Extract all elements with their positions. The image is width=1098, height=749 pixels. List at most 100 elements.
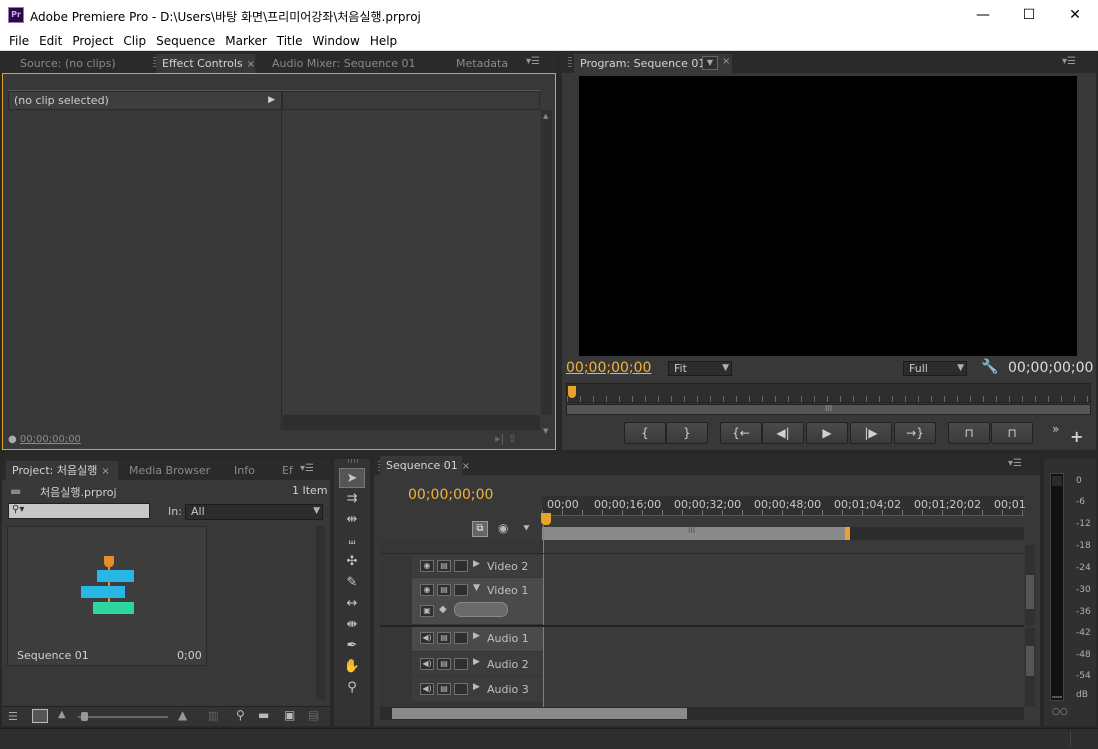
menu-project[interactable]: Project xyxy=(67,32,118,50)
menu-edit[interactable]: Edit xyxy=(34,32,67,50)
track-video-2[interactable]: ◉ ▤ ▶ Video 2 xyxy=(412,555,543,577)
panel-menu-icon[interactable]: ▾☰ xyxy=(1006,457,1024,471)
lock-icon[interactable] xyxy=(454,560,468,572)
audio-tracks-scrollbar[interactable] xyxy=(1025,628,1035,706)
step-forward-button[interactable]: |▶ xyxy=(850,422,892,444)
tab-sequence-01[interactable]: Sequence 01 × xyxy=(380,456,470,475)
program-zoom-bar[interactable]: III xyxy=(566,404,1091,415)
speaker-icon[interactable]: ◀) xyxy=(420,683,434,695)
mark-in-button[interactable]: { xyxy=(624,422,666,444)
sequence-thumbnail-card[interactable]: Sequence 01 0;00 xyxy=(7,526,207,666)
new-bin-icon[interactable]: ▬ xyxy=(258,708,269,722)
scrollbar[interactable]: ▲ ▼ xyxy=(541,110,552,435)
timeline-horizontal-scrollbar[interactable] xyxy=(380,707,1024,720)
close-icon[interactable]: × xyxy=(462,461,470,472)
play-triangle-icon[interactable]: ▶ xyxy=(268,95,275,105)
zoom-tool-icon[interactable]: ⚲ xyxy=(339,678,365,698)
in-filter-dropdown[interactable]: All ▼ xyxy=(185,504,323,520)
panel-grip[interactable] xyxy=(568,57,572,69)
timeline-timecode[interactable]: 00;00;00;00 xyxy=(408,487,493,503)
eye-icon[interactable]: ◉ xyxy=(420,560,434,572)
sync-lock-icon[interactable]: ▤ xyxy=(437,683,451,695)
lock-icon[interactable] xyxy=(454,632,468,644)
find-icon[interactable]: ⚲ xyxy=(236,708,245,722)
menu-clip[interactable]: Clip xyxy=(118,32,151,50)
close-icon[interactable]: × xyxy=(101,466,109,477)
expand-triangle-icon[interactable]: ▶ xyxy=(473,631,480,641)
wrench-icon[interactable]: 🔧 xyxy=(981,359,998,375)
mark-out-button[interactable]: } xyxy=(666,422,708,444)
hand-tool-icon[interactable]: ✋ xyxy=(339,657,365,677)
maximize-button[interactable]: ☐ xyxy=(1006,0,1052,31)
tab-media-browser[interactable]: Media Browser xyxy=(123,461,210,480)
menu-sequence[interactable]: Sequence xyxy=(151,32,220,50)
pen-tool-icon[interactable]: ✒ xyxy=(339,636,365,656)
menu-help[interactable]: Help xyxy=(365,32,402,50)
close-icon[interactable]: × xyxy=(247,59,255,70)
lock-icon[interactable] xyxy=(454,683,468,695)
display-style-icon[interactable]: ▣ xyxy=(420,605,434,617)
program-time-ruler[interactable] xyxy=(566,383,1091,403)
tab-effects[interactable]: Ef xyxy=(276,461,293,480)
play-button[interactable]: ▶ xyxy=(806,422,848,444)
add-button-icon[interactable]: + xyxy=(1070,427,1083,446)
go-to-in-button[interactable]: {← xyxy=(720,422,762,444)
trash-icon[interactable]: ▤ xyxy=(308,708,319,722)
collapse-triangle-icon[interactable]: ▼ xyxy=(473,583,480,593)
speaker-icon[interactable]: ◀) xyxy=(420,632,434,644)
video-tracks-scrollbar[interactable] xyxy=(1025,545,1035,625)
tab-info[interactable]: Info xyxy=(228,461,255,480)
extract-button[interactable]: ⊓ xyxy=(991,422,1033,444)
sync-lock-icon[interactable]: ▤ xyxy=(437,658,451,670)
menu-file[interactable]: File xyxy=(4,32,34,50)
ripple-edit-tool-icon[interactable]: ⇹ xyxy=(339,510,365,530)
panel-menu-icon[interactable]: ▾☰ xyxy=(524,55,542,69)
snap-icon[interactable]: ⧉ xyxy=(472,521,488,537)
lock-icon[interactable] xyxy=(454,658,468,670)
tab-source[interactable]: Source: (no clips) xyxy=(14,54,116,73)
set-encore-marker-icon[interactable]: ◉ xyxy=(498,521,508,535)
program-timecode-current[interactable]: 00;00;00;00 xyxy=(566,360,651,376)
sync-lock-icon[interactable]: ▤ xyxy=(437,560,451,572)
work-area-end-handle[interactable] xyxy=(845,527,850,540)
zoom-slider[interactable] xyxy=(78,712,168,721)
expand-triangle-icon[interactable]: ▶ xyxy=(473,657,480,667)
export-icon[interactable]: ▸| ⇪ xyxy=(495,432,517,445)
playhead-icon[interactable] xyxy=(568,386,576,398)
track-audio-2[interactable]: ◀) ▤ ▶ Audio 2 xyxy=(412,652,543,676)
icon-view-icon[interactable] xyxy=(32,709,48,723)
track-audio-1[interactable]: ◀) ▤ ▶ Audio 1 xyxy=(412,626,543,651)
keyframe-icon[interactable]: ◆ xyxy=(439,604,447,615)
solo-buttons-icon[interactable]: ○○ xyxy=(1052,707,1068,717)
rolling-edit-tool-icon[interactable]: ⧢ xyxy=(339,531,365,551)
panel-menu-icon[interactable]: ▾☰ xyxy=(298,462,316,476)
tab-audio-mixer[interactable]: Audio Mixer: Sequence 01 xyxy=(266,54,416,73)
rate-stretch-tool-icon[interactable]: ✣ xyxy=(339,552,365,572)
minimize-button[interactable]: — xyxy=(960,0,1006,31)
menu-marker[interactable]: Marker xyxy=(220,32,271,50)
new-item-icon[interactable]: ▣ xyxy=(284,708,295,722)
list-view-icon[interactable]: ☰ xyxy=(8,710,18,723)
lock-icon[interactable] xyxy=(454,584,468,596)
sync-lock-icon[interactable]: ▤ xyxy=(437,632,451,644)
zoom-dropdown[interactable]: Fit ▼ xyxy=(668,361,732,376)
eye-icon[interactable]: ◉ xyxy=(420,584,434,596)
set-marker-icon[interactable]: ⯆ xyxy=(522,522,531,536)
slide-tool-icon[interactable]: ⇼ xyxy=(339,615,365,635)
go-to-out-button[interactable]: →} xyxy=(894,422,936,444)
quality-dropdown[interactable]: Full ▼ xyxy=(903,361,967,376)
automate-icon[interactable]: ▥ xyxy=(208,709,218,722)
more-buttons-icon[interactable]: » xyxy=(1052,422,1059,436)
tab-project[interactable]: Project: 처음실행 × xyxy=(6,461,118,480)
zoom-in-icon[interactable]: ▲ xyxy=(178,708,187,722)
close-icon[interactable]: × xyxy=(722,56,730,67)
zoom-out-icon[interactable]: ▲ xyxy=(58,709,66,720)
expand-triangle-icon[interactable]: ▶ xyxy=(473,682,480,692)
chevron-down-icon[interactable]: ▼ xyxy=(702,56,718,70)
track-audio-3[interactable]: ◀) ▤ ▶ Audio 3 xyxy=(412,677,543,701)
keyframe-navigator[interactable] xyxy=(454,602,508,617)
playhead-icon[interactable] xyxy=(541,513,551,525)
track-select-tool-icon[interactable]: ⇉ xyxy=(339,489,365,509)
speaker-icon[interactable]: ◀) xyxy=(420,658,434,670)
track-video-1[interactable]: ◉ ▤ ▼ Video 1 ▣ ◆ xyxy=(412,578,543,624)
